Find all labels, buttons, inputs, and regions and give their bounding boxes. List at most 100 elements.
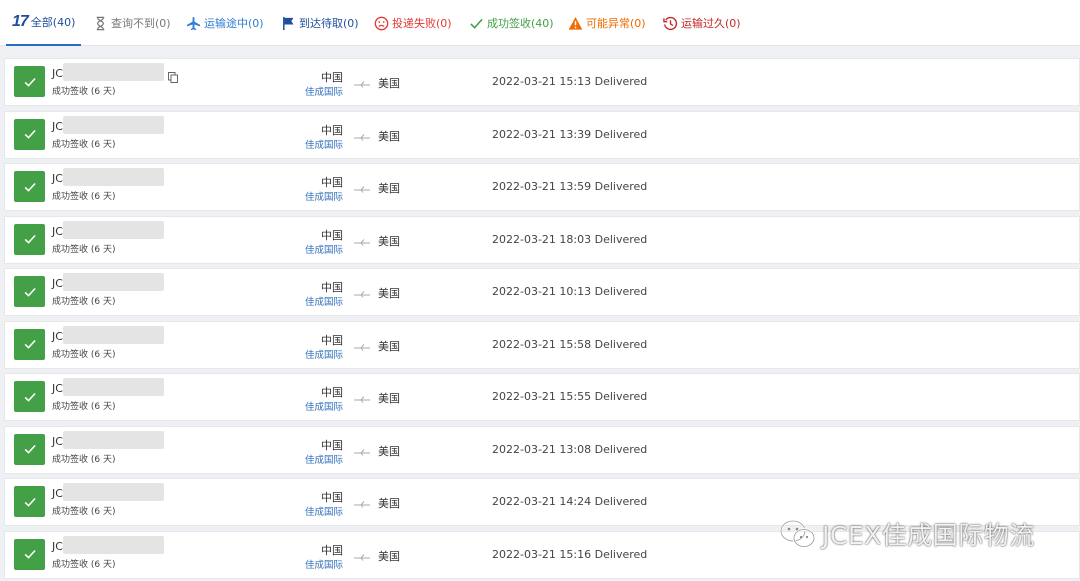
origin-country: 中国 xyxy=(321,123,343,137)
destination-country: 美国 xyxy=(378,77,400,90)
latest-event: 2022-03-21 13:39 Delivered xyxy=(492,128,647,141)
latest-event: 2022-03-21 13:08 Delivered xyxy=(492,443,647,456)
tracking-number[interactable]: JC xyxy=(52,435,63,448)
shipment-row[interactable]: JC 成功签收 (6 天) 中国 佳成国际 美国 2022-03-21 15:1… xyxy=(4,530,1080,579)
delivered-status-icon xyxy=(14,486,45,517)
tab-exception[interactable]: 可能异常(0) xyxy=(567,0,646,46)
delivery-status: 成功签收 (6 天) xyxy=(52,87,116,97)
warning-icon xyxy=(567,15,583,31)
destination-country: 美国 xyxy=(378,549,400,563)
origin-country: 中国 xyxy=(321,281,343,294)
tab-delivered[interactable]: 成功签收(40) xyxy=(468,0,554,46)
tracking-number-mask xyxy=(63,325,164,344)
delivery-status: 成功签收 (6 天) xyxy=(52,402,116,412)
delivery-status: 成功签收 (6 天) xyxy=(52,349,116,360)
tab-expired[interactable]: 运输过久(0) xyxy=(662,0,741,46)
event-time: 2022-03-21 10:13 xyxy=(492,285,592,298)
delivered-status-icon xyxy=(14,381,45,412)
route-arrow-icon xyxy=(353,233,371,246)
tracking-number-mask xyxy=(63,220,164,239)
carrier-link[interactable]: 佳成国际 xyxy=(255,294,343,308)
delivered-status-icon xyxy=(14,66,45,97)
delivery-status: 成功签收 (6 天) xyxy=(52,454,116,465)
carrier-link[interactable]: 佳成国际 xyxy=(255,399,343,413)
destination-country: 美国 xyxy=(378,287,400,300)
latest-event: 2022-03-21 14:24 Delivered xyxy=(492,495,647,508)
latest-event: 2022-03-21 15:13 Delivered xyxy=(492,75,647,88)
carrier-link[interactable]: 佳成国际 xyxy=(255,452,343,466)
event-text: Delivered xyxy=(594,495,648,508)
tab-label: 运输途中(0) xyxy=(204,17,264,30)
shipment-row[interactable]: JC 成功签收 (6 天) 中国 佳成国际 美国 2022-03-21 14:2… xyxy=(4,478,1080,526)
event-text: Delivered xyxy=(594,75,648,88)
tab-label: 到达待取(0) xyxy=(299,17,359,30)
destination-country: 美国 xyxy=(378,444,400,458)
tracking-number[interactable]: JC xyxy=(52,225,63,238)
event-time: 2022-03-21 13:08 xyxy=(492,442,592,456)
latest-event: 2022-03-21 10:13 Delivered xyxy=(492,285,647,298)
tracking-number[interactable]: JC xyxy=(52,120,63,133)
shipment-row[interactable]: JC 成功签收 (6 天) 中国 佳成国际 美国 2022-03-21 15:5… xyxy=(4,320,1080,369)
shipment-row[interactable]: JC 成功签收 (6 天) 中国 佳成国际 美国 2022-03-21 18:0… xyxy=(4,215,1080,264)
event-text: Delivered xyxy=(594,390,648,403)
event-text: Delivered xyxy=(594,547,648,561)
destination-country: 美国 xyxy=(378,129,400,143)
tab-label: 可能异常(0) xyxy=(586,17,646,30)
event-time: 2022-03-21 14:24 xyxy=(492,495,592,508)
tab-label: 全部(40) xyxy=(30,16,76,29)
route-arrow-icon xyxy=(353,390,371,403)
carrier-link[interactable]: 佳成国际 xyxy=(255,137,343,151)
tab-pickup[interactable]: 到达待取(0) xyxy=(280,0,359,46)
carrier-link[interactable]: 佳成国际 xyxy=(255,84,343,98)
carrier-link[interactable]: 佳成国际 xyxy=(255,557,343,571)
carrier-link[interactable]: 佳成国际 xyxy=(255,189,343,203)
route-arrow-icon xyxy=(353,180,371,193)
delivered-status-icon xyxy=(14,171,45,202)
carrier-link[interactable]: 佳成国际 xyxy=(255,504,343,518)
tracking-number[interactable]: JC xyxy=(52,67,63,80)
carrier-link[interactable]: 佳成国际 xyxy=(255,347,343,361)
shipment-row[interactable]: JC 成功签收 (6 天) 中国 佳成国际 美国 2022-03-21 13:0… xyxy=(4,425,1080,474)
tab-all[interactable]: 17 全部(40) xyxy=(6,0,81,46)
shipment-row[interactable]: JC 成功签收 (6 天) 中国 佳成国际 美国 2022-03-21 13:3… xyxy=(4,110,1080,159)
destination-country: 美国 xyxy=(378,234,400,248)
shipment-row[interactable]: JC 成功签收 (6 天) 中国 佳成国际 美国 2022-03-21 10:1… xyxy=(4,268,1080,316)
shipment-row[interactable]: JC 成功签收 (6 天) 中国 佳成国际 美国 2022-03-21 15:1… xyxy=(4,58,1080,106)
route-arrow-icon xyxy=(353,75,371,88)
tracking-number-mask xyxy=(63,115,164,134)
tracking-number[interactable]: JC xyxy=(52,172,63,185)
carrier-link[interactable]: 佳成国际 xyxy=(255,242,343,256)
latest-event: 2022-03-21 15:58 Delivered xyxy=(492,338,647,351)
copy-icon[interactable] xyxy=(168,68,178,83)
tracking-number[interactable]: JC xyxy=(52,382,63,395)
delivery-status: 成功签收 (6 天) xyxy=(52,192,116,202)
delivered-status-icon xyxy=(14,328,45,360)
tab-label: 投递失败(0) xyxy=(392,17,452,30)
logo-17-icon: 17 xyxy=(12,13,29,30)
route-arrow-icon xyxy=(353,285,371,298)
delivery-status: 成功签收 (6 天) xyxy=(52,244,116,255)
event-text: Delivered xyxy=(594,180,648,193)
tracking-number[interactable]: JC xyxy=(52,540,63,553)
tab-not-found[interactable]: 查询不到(0) xyxy=(92,0,171,46)
delivered-status-icon xyxy=(14,276,45,307)
event-time: 2022-03-21 13:59 xyxy=(492,180,592,193)
tracking-number[interactable]: JC xyxy=(52,487,63,500)
destination-country: 美国 xyxy=(378,182,400,195)
tracking-number-mask xyxy=(63,63,164,81)
origin-country: 中国 xyxy=(321,386,343,399)
tab-label: 成功签收(40) xyxy=(487,17,554,30)
destination-country: 美国 xyxy=(378,392,400,405)
checkmark-icon xyxy=(468,15,484,31)
tab-undelivered[interactable]: 投递失败(0) xyxy=(373,0,452,46)
tracking-number[interactable]: JC xyxy=(52,277,63,290)
tab-in-transit[interactable]: 运输途中(0) xyxy=(185,0,264,46)
delivery-status: 成功签收 (6 天) xyxy=(52,559,116,570)
origin-country: 中国 xyxy=(321,438,343,452)
event-time: 2022-03-21 15:55 xyxy=(492,390,592,403)
origin-country: 中国 xyxy=(321,491,343,504)
shipment-row[interactable]: JC 成功签收 (6 天) 中国 佳成国际 美国 2022-03-21 15:5… xyxy=(4,373,1080,421)
tracking-number[interactable]: JC xyxy=(52,330,63,343)
origin-country: 中国 xyxy=(321,333,343,347)
shipment-row[interactable]: JC 成功签收 (6 天) 中国 佳成国际 美国 2022-03-21 13:5… xyxy=(4,163,1080,211)
